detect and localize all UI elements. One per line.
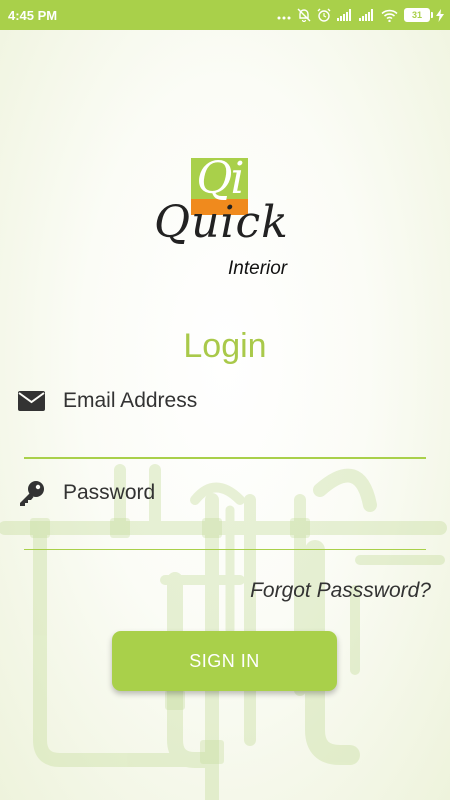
- forgot-password-link[interactable]: Forgot Passsword?: [250, 579, 431, 603]
- charging-icon: [436, 8, 444, 22]
- alarm-icon: [317, 8, 331, 22]
- wifi-icon: [381, 9, 398, 22]
- notifications-off-icon: [297, 8, 311, 22]
- logo-subtitle: Interior: [228, 258, 288, 279]
- signal-icon: [359, 9, 375, 21]
- status-bar: 4:45 PM 31: [0, 0, 450, 30]
- password-field[interactable]: Password: [63, 481, 155, 505]
- password-field-underline: [24, 549, 426, 550]
- quick-interior-logo: Qi Quick Interior: [150, 153, 300, 285]
- logo-name: Quick: [154, 197, 289, 248]
- sign-in-button[interactable]: SIGN IN: [112, 631, 337, 691]
- email-field[interactable]: Email Address: [63, 389, 197, 413]
- status-icons: 31: [277, 6, 444, 24]
- signal-icon: [337, 9, 353, 21]
- key-icon: [18, 480, 46, 513]
- page-title: Login: [183, 327, 267, 365]
- battery-icon: 31: [404, 8, 433, 22]
- email-field-underline: [24, 457, 426, 459]
- status-time: 4:45 PM: [8, 8, 58, 23]
- more-dots-icon: [277, 8, 291, 22]
- envelope-icon: [18, 391, 45, 416]
